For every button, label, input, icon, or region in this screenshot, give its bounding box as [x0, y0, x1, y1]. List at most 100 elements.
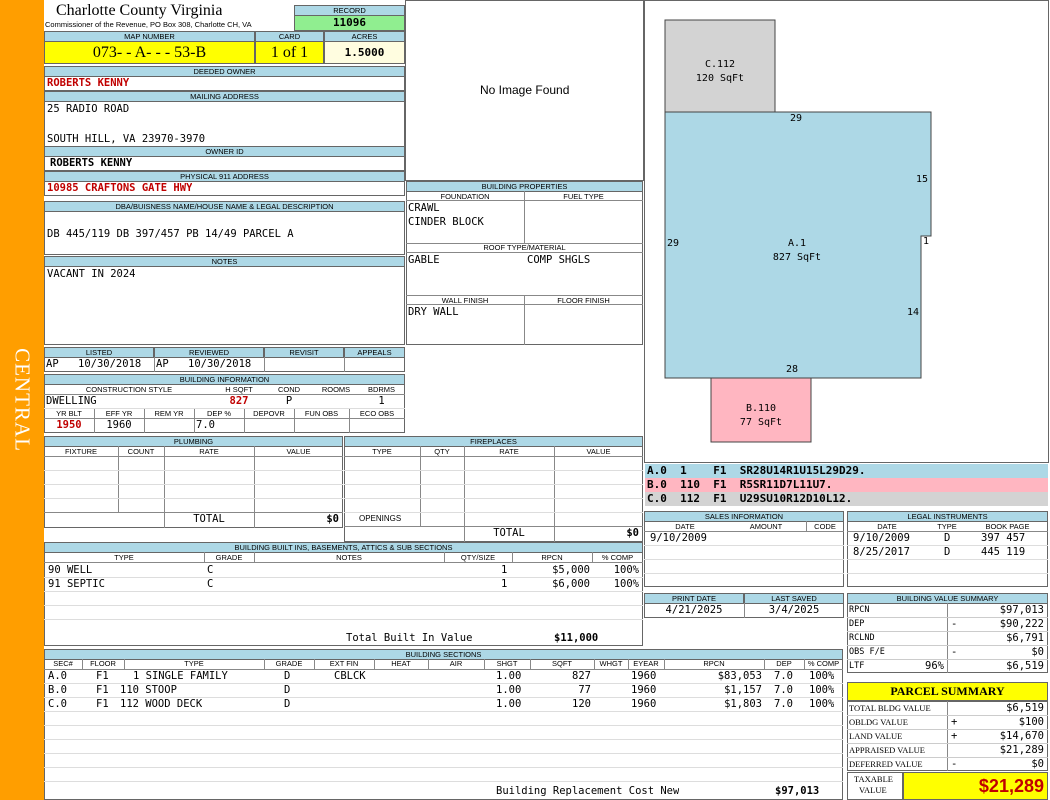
legal-type-label: TYPE	[937, 522, 957, 531]
col-comp: % COMP	[807, 659, 840, 668]
parcel-value: $21,289	[999, 744, 1044, 756]
vs-pct: 96%	[925, 660, 944, 672]
depovr-label: DEPOVR	[253, 409, 285, 418]
builtin-qty: 1	[501, 578, 508, 590]
vs-value: $90,222	[999, 618, 1044, 630]
card-value: 1 of 1	[255, 41, 324, 64]
section-grade: D	[284, 670, 291, 682]
vs-label: RPCN	[849, 605, 870, 615]
last-saved: 3/4/2025	[768, 604, 820, 616]
legal-type-2: D	[944, 546, 951, 558]
value-summary-row: LTF 96% $6,519	[847, 659, 1048, 673]
legal-book-1: 397 457	[981, 532, 1026, 544]
taxable-value: $21,289	[903, 772, 1048, 800]
plumbing-rate-label: RATE	[199, 447, 219, 456]
no-image-text: No Image Found	[480, 83, 570, 97]
vs-value: $6,519	[1006, 660, 1044, 672]
parcel-value: $0	[1031, 758, 1044, 770]
dim-right-3: 14	[907, 307, 920, 318]
section-eyear: 1960	[631, 698, 657, 710]
builtin-comp: 100%	[613, 564, 639, 576]
legal-date-1: 9/10/2009	[853, 532, 910, 544]
section-sqft: 827	[572, 670, 591, 682]
section-sqft: 120	[572, 698, 591, 710]
table-row: B.0 F1 110 STOOP D 1.00 77 1960 $1,157 7…	[44, 683, 843, 697]
sketch-a-label: A.1	[787, 238, 807, 249]
effyr-value: 1960	[106, 419, 132, 431]
construction-style-label: CONSTRUCTION STYLE	[85, 385, 173, 394]
builtin-comp: 100%	[613, 578, 639, 590]
cond-label: COND	[277, 385, 301, 394]
sketch-b-area: 77 SqFt	[739, 417, 783, 428]
parcel-summary-title: PARCEL SUMMARY	[847, 682, 1048, 701]
dep-label: DEP %	[206, 409, 232, 418]
section-floor: F1	[96, 698, 109, 710]
foundation-value-1: CRAWL	[408, 202, 440, 214]
rooms-label: ROOMS	[321, 385, 351, 394]
vs-label: DEP	[849, 619, 865, 629]
openings-label: OPENINGS	[359, 514, 402, 523]
roof-material: COMP SHGLS	[527, 254, 591, 266]
print-date: 4/21/2025	[665, 604, 723, 616]
listed-by: AP	[46, 358, 59, 370]
dim-right-1: 15	[916, 174, 929, 185]
vs-label: LTF	[849, 661, 865, 671]
section-extfin: CBLCK	[334, 670, 366, 682]
fireplace-qty-label: QTY	[434, 447, 450, 456]
sales-date-label: DATE	[675, 522, 695, 531]
builtins-type-label: TYPE	[114, 553, 134, 562]
sketch-a-area: 827 SqFt	[772, 252, 822, 263]
section-dep: 7.0	[774, 698, 793, 710]
section-floor: F1	[96, 670, 109, 682]
section-shgt: 1.00	[496, 684, 522, 696]
yrblt-value: 1950	[56, 419, 82, 431]
table-row: 90 WELL C 1 $5,000 100%	[44, 563, 643, 577]
cond-value: P	[285, 395, 293, 407]
col-grade: GRADE	[275, 659, 303, 668]
dim-top: 29	[790, 113, 803, 124]
physical-address: 10985 CRAFTONS GATE HWY	[47, 182, 193, 194]
vs-label: RCLND	[849, 633, 875, 643]
builtins-grade-label: GRADE	[215, 553, 243, 562]
parcel-label: TOTAL BLDG VALUE	[849, 703, 931, 713]
section-type: 112 WOOD DECK	[120, 698, 203, 710]
builtins-total-label: Total Built In Value	[346, 632, 473, 644]
sales-date: 9/10/2009	[650, 532, 707, 544]
builtin-rpcn: $5,000	[552, 564, 590, 576]
section-eyear: 1960	[631, 670, 657, 682]
plumbing-total-label: TOTAL	[193, 513, 225, 525]
col-heat: HEAT	[391, 659, 411, 668]
col-type: TYPE	[184, 659, 204, 668]
sections-header-row: SEC# FLOOR TYPE GRADE EXT FIN HEAT AIR S…	[44, 659, 843, 669]
parcel-value: $100	[1018, 716, 1044, 728]
builtins-comp-label: % COMP	[601, 553, 634, 562]
builtins-total: $11,000	[554, 632, 599, 644]
record-value: 11096	[294, 15, 405, 31]
col-shgt: SHGT	[496, 659, 518, 668]
builtin-grade: C	[207, 564, 214, 576]
plumbing-fixture-label: FIXTURE	[64, 447, 98, 456]
table-row: 91 SEPTIC C 1 $6,000 100%	[44, 577, 643, 591]
county-title: Charlotte County Virginia	[56, 2, 223, 19]
dim-left: 29	[667, 238, 680, 249]
parcel-row: DEFERRED VALUE - $0	[847, 757, 1048, 771]
section-shgt: 1.00	[496, 698, 522, 710]
section-rpcn: $83,053	[717, 670, 762, 682]
sidebar: CENTRAL	[0, 0, 44, 800]
vector-row: A.0 1 F1 SR28U14R1U15L29D29.	[645, 464, 1048, 478]
notes: VACANT IN 2024	[47, 268, 136, 280]
col-floor: FLOOR	[90, 659, 116, 668]
parcel-row: TOTAL BLDG VALUE $6,519	[847, 701, 1048, 715]
section-comp: 100%	[809, 684, 835, 696]
ecoobs-label: ECO OBS	[359, 409, 395, 418]
deeded-owner: ROBERTS KENNY	[47, 77, 130, 89]
parcel-value: $6,519	[1006, 702, 1044, 714]
replacement-cost-label: Building Replacement Cost New	[496, 785, 680, 797]
section-comp: 100%	[809, 698, 835, 710]
fireplace-value-label: VALUE	[586, 447, 611, 456]
col-eyear: EYEAR	[633, 659, 659, 668]
parcel-label: OBLDG VALUE	[849, 717, 908, 727]
section-sec: A.0	[48, 670, 67, 682]
table-row: A.0 F1 1 SINGLE FAMILY D CBLCK 1.00 827 …	[44, 669, 843, 683]
section-grade: D	[284, 698, 291, 710]
